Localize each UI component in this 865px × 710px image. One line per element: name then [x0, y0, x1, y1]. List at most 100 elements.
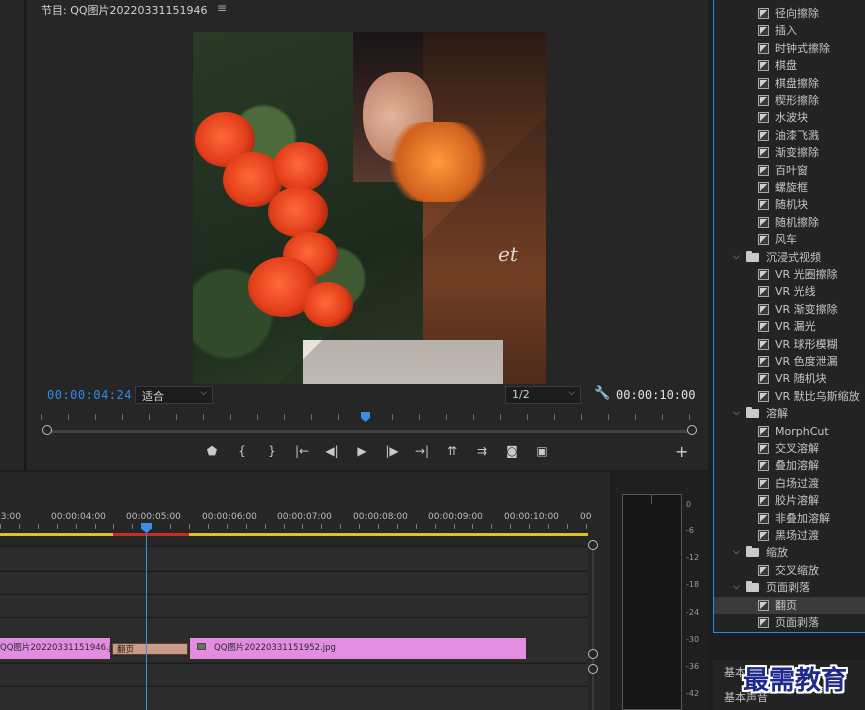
effects-folder[interactable]: ⌵ 缩放	[714, 544, 865, 561]
step-forward-button[interactable]: |▶	[377, 442, 407, 460]
play-button[interactable]: ▶	[347, 442, 377, 460]
effects-item[interactable]: 插入	[714, 22, 865, 39]
db-label: -36	[686, 662, 700, 671]
effects-item[interactable]: 渐变擦除	[714, 144, 865, 161]
effects-item[interactable]: 黑场过渡	[714, 527, 865, 544]
timeline-ruler[interactable]: 03:00 00:00:04:00 00:00:05:00 00:00:06:00 00…	[0, 508, 591, 532]
effects-item[interactable]: VR 光线	[714, 283, 865, 300]
comparison-view-button[interactable]: ▣	[527, 442, 557, 460]
timeline-track-v2[interactable]	[0, 571, 588, 593]
effects-item[interactable]: 胶片溶解	[714, 492, 865, 509]
effects-folder[interactable]: ⌵ 沉浸式视频	[714, 249, 865, 266]
go-to-in-button[interactable]: |←	[287, 442, 317, 460]
effects-folder[interactable]: ⌵ 页面剥落	[714, 579, 865, 596]
transition-icon	[758, 182, 769, 193]
effects-item[interactable]: 随机擦除	[714, 214, 865, 231]
transition-icon	[758, 25, 769, 37]
effects-item[interactable]: 交叉缩放	[714, 562, 865, 579]
timeline-clip[interactable]: QQ图片20220331151952.jpg	[190, 638, 526, 659]
chevron-down-icon[interactable]: ⌵	[733, 544, 740, 561]
ruler-tick	[510, 524, 511, 529]
step-back-button[interactable]: ◀|	[317, 442, 347, 460]
effects-item[interactable]: VR 球形模糊	[714, 336, 865, 353]
effects-item[interactable]: 页面剥落	[714, 614, 865, 631]
add-marker-button[interactable]: ⬟	[197, 442, 227, 460]
monitor-title[interactable]: 节目: QQ图片20220331151946	[41, 2, 208, 18]
mark-in-button[interactable]: {	[227, 442, 257, 460]
ruler-tick	[527, 414, 528, 420]
button-editor-add[interactable]: +	[675, 442, 688, 461]
effects-item[interactable]: VR 色度泄漏	[714, 353, 865, 370]
ruler-tick	[435, 524, 436, 529]
effects-item[interactable]: 楔形擦除	[714, 92, 865, 109]
resolution-select[interactable]: 1/2 ⌵	[505, 386, 581, 404]
go-to-out-button[interactable]: →|	[407, 442, 437, 460]
ruler-tick	[419, 414, 420, 420]
folder-icon	[746, 250, 759, 262]
monitor-zoom-scrollbar[interactable]	[47, 430, 691, 433]
effects-folder[interactable]: ⌵ 溶解	[714, 405, 865, 422]
fit-select[interactable]: 适合 ⌵	[135, 386, 213, 404]
duration-timecode: 00:00:10:00	[616, 388, 696, 402]
transition-clip[interactable]: 翻页	[112, 643, 188, 655]
ruler-timecode: 00:00:07:00	[277, 512, 332, 522]
effects-item[interactable]: 径向擦除	[714, 5, 865, 22]
effects-item[interactable]: 螺旋框	[714, 179, 865, 196]
transition-icon	[758, 564, 769, 576]
db-label: -12	[686, 553, 700, 562]
effects-item[interactable]: VR 漏光	[714, 318, 865, 335]
effects-item[interactable]: VR 默比乌斯缩放	[714, 388, 865, 405]
chevron-down-icon[interactable]: ⌵	[733, 579, 740, 596]
vertical-scroll-handle-audio[interactable]	[588, 664, 598, 674]
effects-item[interactable]: 交叉溶解	[714, 440, 865, 457]
effects-item[interactable]: MorphCut	[714, 423, 865, 440]
effects-item-label: VR 漏光	[775, 320, 816, 334]
timeline-track-a1[interactable]	[0, 663, 588, 685]
effects-item[interactable]: 棋盘擦除	[714, 75, 865, 92]
ruler-tick	[265, 524, 266, 529]
effects-item[interactable]: 翻页	[714, 596, 865, 614]
export-frame-button[interactable]: ◙	[497, 442, 527, 460]
clip-name: QQ图片20220331151946.jpg	[0, 643, 122, 653]
effects-item-label: 翻页	[775, 598, 797, 612]
mark-out-button[interactable]: }	[257, 442, 287, 460]
effects-item[interactable]: VR 随机块	[714, 370, 865, 387]
scrollbar-handle-right[interactable]	[687, 425, 697, 435]
effects-item[interactable]: 水波块	[714, 109, 865, 126]
chevron-down-icon[interactable]: ⌵	[733, 405, 740, 422]
vertical-scroll-handle-top[interactable]	[588, 540, 598, 550]
wrench-icon[interactable]: 🔧	[594, 386, 610, 401]
monitor-menu-icon[interactable]: ≡	[217, 1, 227, 15]
transition-icon	[758, 95, 769, 106]
vertical-scroll-handle-bottom[interactable]	[588, 649, 598, 659]
lift-button[interactable]: ⇈	[437, 442, 467, 460]
timeline-track-a2[interactable]	[0, 686, 588, 710]
effects-item[interactable]: 百叶窗	[714, 162, 865, 179]
effects-item[interactable]: VR 光圈擦除	[714, 266, 865, 283]
effects-item-label: VR 光线	[775, 285, 816, 299]
extract-button[interactable]: ⇉	[467, 442, 497, 460]
effects-item[interactable]: 非叠加溶解	[714, 510, 865, 527]
effects-item[interactable]: 油漆飞溅	[714, 127, 865, 144]
work-area-bar[interactable]	[0, 533, 588, 536]
timeline-vertical-scrollbar[interactable]	[592, 546, 594, 710]
effects-item[interactable]: 随机块	[714, 196, 865, 213]
transition-icon	[758, 60, 769, 72]
scrollbar-handle-left[interactable]	[42, 425, 52, 435]
transition-icon	[758, 147, 769, 159]
effects-item[interactable]: 棋盘	[714, 57, 865, 74]
effects-item[interactable]: VR 渐变擦除	[714, 301, 865, 318]
effects-item-label: 棋盘擦除	[775, 76, 819, 90]
effects-item[interactable]: 叠加溶解	[714, 457, 865, 474]
chevron-down-icon[interactable]: ⌵	[733, 249, 740, 266]
ruler-tick	[302, 524, 303, 529]
ruler-tick	[170, 524, 171, 529]
timeline-track-v1a[interactable]	[0, 594, 588, 616]
effects-item[interactable]: 时钟式擦除	[714, 40, 865, 57]
effects-item-label: 页面剥落	[775, 616, 819, 629]
effects-item[interactable]: 风车	[714, 231, 865, 248]
timeline-clip[interactable]: QQ图片20220331151946.jpg	[0, 638, 122, 659]
current-timecode[interactable]: 00:00:04:24	[47, 388, 132, 402]
effects-item[interactable]: 白场过渡	[714, 475, 865, 492]
timeline-track-v3[interactable]	[0, 546, 588, 570]
